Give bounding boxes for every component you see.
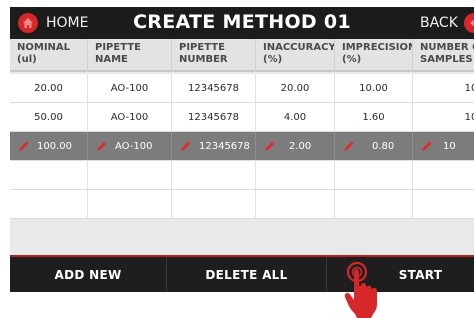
back-button[interactable]: BACK (420, 11, 474, 35)
column-header-inaccuracy: INACCURACY (%) (256, 39, 335, 72)
table-body: 20.00 AO-100 12345678 20.00 10.00 10 50.… (10, 74, 474, 219)
touch-hand-icon (344, 261, 377, 318)
edit-inaccuracy-cell[interactable]: 2.00 (256, 132, 335, 160)
empty-cell (413, 161, 474, 189)
empty-cell (10, 161, 88, 189)
empty-cell (10, 190, 88, 218)
start-label: START (398, 267, 443, 282)
empty-cell (335, 190, 413, 218)
column-header-pipette-name: PIPETTE NAME (88, 39, 172, 72)
empty-cell (413, 190, 474, 218)
column-header-pipette-number: PIPETTE NUMBER (172, 39, 256, 72)
cell-pipette-name: AO-100 (88, 74, 172, 102)
edit-nominal-cell[interactable]: 100.00 (10, 132, 88, 160)
edit-pipette-name-cell[interactable]: AO-100 (88, 132, 172, 160)
pencil-icon (181, 141, 191, 151)
table-header: NOMINAL (ul) PIPETTE NAME PIPETTE NUMBER IN… (10, 39, 474, 72)
empty-cell (335, 161, 413, 189)
edit-number-of-samples-cell[interactable]: 10 (413, 132, 474, 160)
cell-number-of-samples: 10 (413, 103, 474, 131)
table-row[interactable]: 50.00 AO-100 12345678 4.00 1.60 10 (10, 103, 474, 132)
header-bar: HOME CREATE METHOD 01 BACK (10, 7, 474, 39)
delete-all-button[interactable]: DELETE ALL (167, 257, 327, 292)
column-header-number-of-samples: NUMBER OFSAMPLES (413, 39, 474, 72)
cell-pipette-name: AO-100 (88, 103, 172, 131)
cell-pipette-number: 12345678 (172, 74, 256, 102)
empty-cell (88, 190, 172, 218)
pencil-icon (344, 141, 354, 151)
cell-imprecision: 10.00 (335, 74, 413, 102)
empty-cell (172, 161, 256, 189)
empty-cell (172, 190, 256, 218)
pencil-icon (422, 141, 432, 151)
pencil-icon (97, 141, 107, 151)
method-table: NOMINAL (ul) PIPETTE NAME PIPETTE NUMBER IN… (10, 39, 474, 255)
empty-row (10, 161, 474, 190)
empty-row (10, 190, 474, 219)
cell-nominal: 20.00 (10, 74, 88, 102)
column-header-nominal: NOMINAL (ul) (10, 39, 88, 72)
pencil-icon (19, 141, 29, 151)
edit-pipette-number-cell[interactable]: 12345678 (172, 132, 256, 160)
pencil-icon (265, 141, 275, 151)
cell-number-of-samples: 10 (413, 74, 474, 102)
cell-pipette-number: 12345678 (172, 103, 256, 131)
table-row[interactable]: 20.00 AO-100 12345678 20.00 10.00 10 (10, 74, 474, 103)
cell-inaccuracy: 20.00 (256, 74, 335, 102)
edit-imprecision-cell[interactable]: 0.80 (335, 132, 413, 160)
page-title: CREATE METHOD 01 (133, 11, 351, 33)
back-label: BACK (420, 15, 458, 31)
empty-cell (256, 161, 335, 189)
table-footer-area (10, 219, 474, 255)
back-arrow-icon (463, 13, 474, 33)
cell-imprecision: 1.60 (335, 103, 413, 131)
cell-inaccuracy: 4.00 (256, 103, 335, 131)
create-method-screen: HOME CREATE METHOD 01 BACK NOMINAL (ul) P… (0, 0, 474, 318)
empty-cell (88, 161, 172, 189)
cell-nominal: 50.00 (10, 103, 88, 131)
bottom-action-bar: ADD NEW DELETE ALL START (10, 255, 474, 292)
add-new-button[interactable]: ADD NEW (10, 257, 167, 292)
table-row-selected[interactable]: 100.00 AO-100 12345678 2.00 0.80 10 (10, 132, 474, 161)
empty-cell (256, 190, 335, 218)
column-header-imprecision: IMPRECISION (%) (335, 39, 413, 72)
